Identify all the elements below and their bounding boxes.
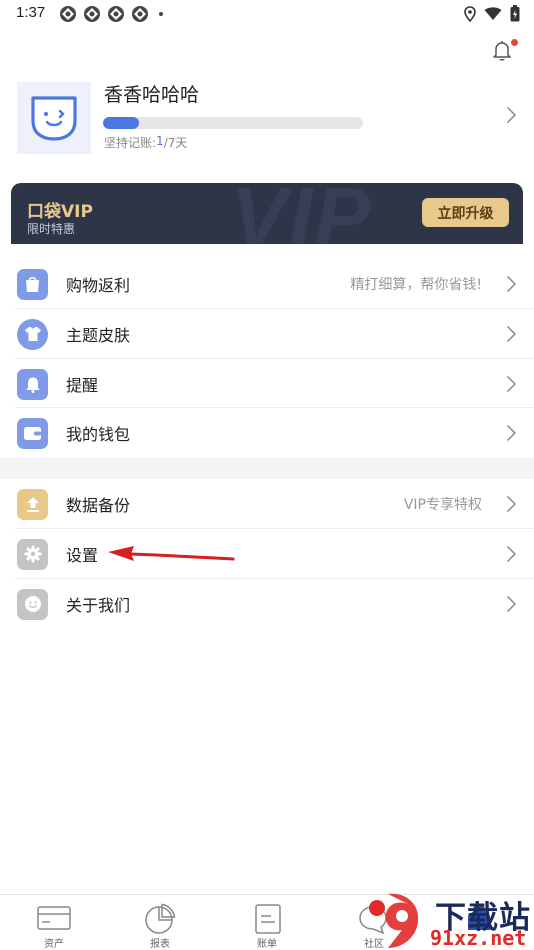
username: 香香哈哈哈 <box>104 84 200 106</box>
menu-item-theme-skin[interactable]: 主题皮肤 <box>0 309 534 359</box>
vip-subtitle: 限时特惠 <box>27 222 76 236</box>
menu-item-about-us[interactable]: 关于我们 <box>0 579 534 629</box>
status-bar: 1:37 <box>0 0 534 28</box>
chevron-right-icon <box>506 424 517 442</box>
menu-item-data-backup[interactable]: 数据备份 VIP专享特权 <box>0 479 534 529</box>
tab-label: 资产 <box>44 939 64 950</box>
gear-icon <box>17 538 48 570</box>
tab-label: 报表 <box>150 939 170 950</box>
notification-icons <box>59 5 163 23</box>
tab-reports[interactable]: 报表 <box>120 895 200 950</box>
pocket-face-icon <box>31 96 77 141</box>
chevron-right-icon <box>506 275 517 293</box>
upload-icon <box>17 488 48 520</box>
battery-icon <box>510 5 520 22</box>
menu-item-shopping-rebate[interactable]: 购物返利 精打细算，帮你省钱! <box>0 259 534 309</box>
section-gap <box>0 458 534 479</box>
chevron-right-icon <box>506 325 517 343</box>
chevron-right-icon <box>506 375 517 393</box>
upgrade-button[interactable]: 立即升级 <box>422 198 509 227</box>
tab-assets[interactable]: 资产 <box>14 895 94 950</box>
shopping-bag-icon <box>17 268 48 300</box>
menu-item-reminder[interactable]: 提醒 <box>0 359 534 409</box>
streak-label: 坚持记账: <box>104 136 157 150</box>
app-notification-icon <box>132 6 148 22</box>
app-notification-icon <box>108 6 124 22</box>
annotation-arrow-icon <box>108 546 235 561</box>
pie-chart-icon <box>145 903 176 934</box>
wifi-icon <box>484 6 502 20</box>
streak-progress-bar <box>103 117 363 129</box>
menu-item-settings[interactable]: 设置 <box>0 529 534 579</box>
chevron-right-icon <box>506 495 517 513</box>
menu-label: 数据备份 <box>66 496 131 515</box>
watermark-url: 91xz.net <box>430 926 527 950</box>
tab-label: 账单 <box>257 939 277 950</box>
unread-badge <box>511 39 518 46</box>
app-notification-icon <box>84 6 100 22</box>
streak-text: 坚持记账: 1/7天 <box>104 134 187 151</box>
menu-label: 关于我们 <box>66 596 131 615</box>
menu-label: 主题皮肤 <box>66 326 131 345</box>
tshirt-icon <box>17 318 48 350</box>
menu-label: 提醒 <box>66 376 99 395</box>
menu-item-wallet[interactable]: 我的钱包 <box>0 408 534 458</box>
app-notification-icon <box>60 6 76 22</box>
system-icons <box>464 5 520 22</box>
profile-chevron-right-icon[interactable] <box>506 106 517 124</box>
smiley-icon <box>17 588 48 620</box>
vip-watermark-text: VIP <box>231 183 373 244</box>
avatar[interactable] <box>17 82 91 154</box>
streak-total: /7天 <box>163 136 188 150</box>
more-notifications-dot <box>159 12 163 16</box>
location-icon <box>464 5 476 22</box>
streak-progress-fill <box>103 117 140 129</box>
chevron-right-icon <box>506 595 517 613</box>
tab-bills[interactable]: 账单 <box>227 895 307 950</box>
menu-hint: 精打细算，帮你省钱! <box>350 277 482 293</box>
menu-label: 购物返利 <box>66 276 131 295</box>
bell-icon <box>17 368 48 400</box>
wallet-icon <box>17 417 48 449</box>
vip-banner[interactable]: VIP 口袋VIP 限时特惠 立即升级 <box>11 183 523 244</box>
menu-label: 我的钱包 <box>66 425 131 444</box>
chevron-right-icon <box>506 545 517 563</box>
menu-label: 设置 <box>66 546 99 565</box>
status-time: 1:37 <box>16 4 46 21</box>
streak-current: 1 <box>156 134 164 148</box>
card-icon <box>37 906 71 930</box>
vip-title: 口袋VIP <box>27 202 93 222</box>
bill-icon <box>255 904 281 934</box>
menu-hint: VIP专享特权 <box>403 497 482 513</box>
